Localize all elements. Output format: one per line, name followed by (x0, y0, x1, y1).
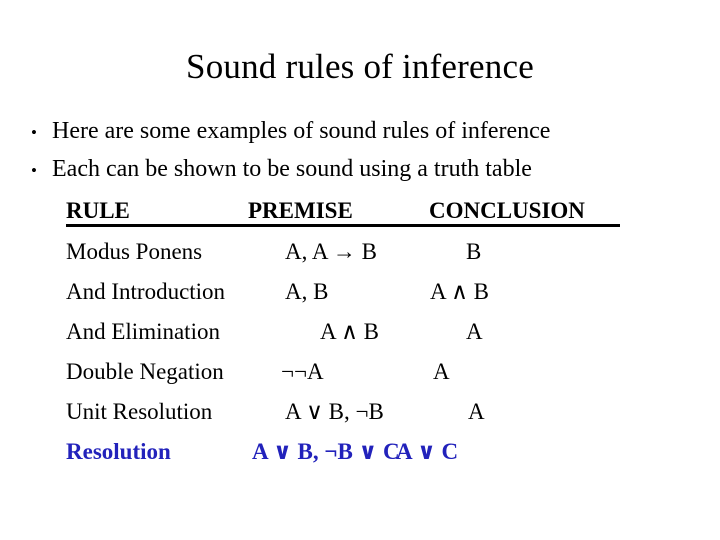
cell-premise: A ∧ B (320, 319, 380, 344)
column-header-rule: RULE (66, 198, 130, 223)
cell-conclusion: A (433, 359, 450, 384)
header-underline-rule (66, 224, 620, 227)
slide-canvas: Sound rules of inference • Here are some… (0, 0, 720, 540)
table-header-row: RULE PREMISE CONCLUSION (66, 194, 686, 232)
cell-premise: A ∨ B, ¬B (285, 399, 384, 424)
cell-conclusion: A (468, 399, 485, 424)
cell-premise: A, B (285, 279, 329, 304)
list-item-text: Each can be shown to be sound using a tr… (52, 156, 532, 182)
cell-rule: Resolution (66, 439, 171, 464)
cell-conclusion: A ∧ B (430, 279, 490, 304)
list-item: • Each can be shown to be sound using a … (26, 151, 706, 189)
cell-rule: Modus Ponens (66, 239, 203, 264)
table-row: Unit Resolution A ∨ B, ¬B A (66, 392, 686, 432)
cell-premise: A ∨ B, ¬B ∨ C (252, 439, 400, 464)
cell-rule: Unit Resolution (66, 399, 213, 424)
table-row: Modus Ponens A, A → B B (66, 232, 686, 272)
bullet-list: • Here are some examples of sound rules … (26, 113, 706, 189)
bullet-icon: • (31, 123, 37, 142)
list-item-text: Here are some examples of sound rules of… (52, 118, 551, 144)
column-header-conclusion: CONCLUSION (429, 198, 585, 223)
cell-rule: Double Negation (66, 359, 224, 384)
page-title: Sound rules of inference (186, 47, 534, 86)
table-row-highlighted: Resolution A ∨ B, ¬B ∨ C A ∨ C (66, 432, 686, 472)
cell-conclusion: A ∨ C (396, 439, 459, 464)
column-header-premise: PREMISE (248, 198, 353, 223)
list-item: • Here are some examples of sound rules … (26, 113, 706, 151)
cell-premise: ¬¬A (281, 359, 324, 384)
cell-premise: A, A → B (285, 239, 378, 264)
table-row: And Elimination A ∧ B A (66, 312, 686, 352)
cell-rule: And Introduction (66, 279, 226, 304)
cell-rule: And Elimination (66, 319, 220, 344)
table-row: Double Negation ¬¬A A (66, 352, 686, 392)
cell-conclusion: A (466, 319, 483, 344)
inference-rules-table: RULE PREMISE CONCLUSION Modus Ponens A, … (66, 194, 686, 472)
table-row: And Introduction A, B A ∧ B (66, 272, 686, 312)
cell-conclusion: B (466, 239, 482, 264)
bullet-icon: • (31, 161, 37, 180)
